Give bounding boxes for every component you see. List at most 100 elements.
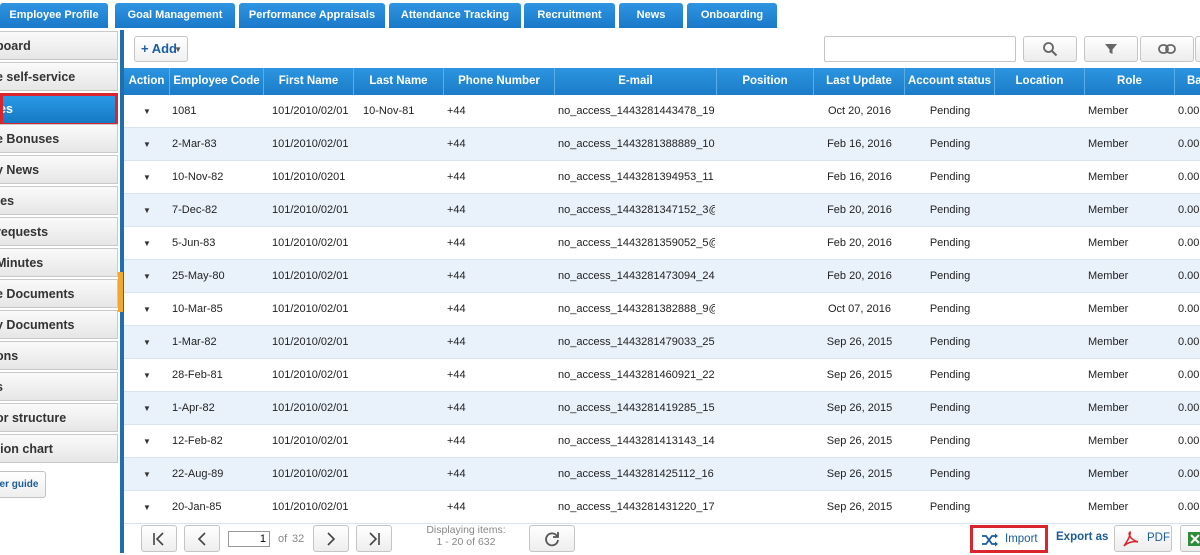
tab-news[interactable]: News [619, 3, 683, 28]
tab-attendance-tracking[interactable]: Attendance Tracking [389, 3, 521, 28]
column-role[interactable]: Role [1085, 68, 1175, 95]
sidebar-item-s[interactable]: s [0, 372, 118, 401]
page-of-label: of [278, 533, 288, 545]
cell-email: no_access_1443281394953_11 [558, 171, 714, 183]
cell-role: Member [1088, 402, 1129, 414]
sidebar-item-organization-chart[interactable]: tion chart [0, 434, 118, 463]
sidebar-item-employee-documents[interactable]: e Documents [0, 279, 118, 308]
previous-page-button[interactable] [184, 525, 220, 552]
column-last-name[interactable]: Last Name [354, 68, 444, 95]
cell-email: no_access_1443281347152_3@ [558, 204, 715, 216]
table-row[interactable]: ▼ 7-Dec-82 101/2010/02/01 +44 no_access_1443… [124, 194, 1200, 227]
column-employee-code[interactable]: Employee Code [170, 68, 264, 95]
table-row[interactable]: ▼ 1-Mar-82 101/2010/02/01 +44 no_access_1443… [124, 326, 1200, 359]
next-page-button[interactable] [313, 525, 349, 552]
table-row[interactable]: ▼ 10-Nov-82 101/2010/0201 +44 no_access_1443… [124, 161, 1200, 194]
filter-icon [1105, 44, 1117, 54]
export-pdf-button[interactable]: PDF [1114, 525, 1172, 552]
cell-email: no_access_1443281473094_24 [558, 270, 715, 282]
add-button[interactable]: + Add ▼ [134, 36, 188, 62]
row-action-dropdown-icon[interactable]: ▼ [143, 95, 151, 128]
table-row[interactable]: ▼ 12-Feb-82 101/2010/02/01 +44 no_access_144… [124, 425, 1200, 458]
column-balance[interactable]: Ba [1175, 68, 1200, 95]
table-row[interactable]: ▼ 25-May-80 101/2010/02/01 +44 no_access_144… [124, 260, 1200, 293]
row-action-dropdown-icon[interactable]: ▼ [143, 293, 151, 326]
import-label: Import [1005, 533, 1038, 545]
table-row[interactable]: ▼ 2-Mar-83 101/2010/02/01 +44 no_access_1443… [124, 128, 1200, 161]
sidebar-item-employees[interactable]: es [0, 93, 118, 126]
cell-position [720, 326, 810, 359]
export-excel-button[interactable] [1180, 525, 1200, 552]
sidebar-item-requests[interactable]: requests [0, 217, 118, 246]
table-row[interactable]: ▼ 5-Jun-83 101/2010/02/01 +44 no_access_1443… [124, 227, 1200, 260]
sidebar-item-company-documents[interactable]: y Documents [0, 310, 118, 339]
table-row[interactable]: ▼ 10-Mar-85 101/2010/02/01 +44 no_access_144… [124, 293, 1200, 326]
column-phone-number[interactable]: Phone Number [444, 68, 555, 95]
cell-first: 101/2010/02/01 [272, 402, 349, 414]
sidebar-item-self-service[interactable]: e self-service [0, 62, 118, 91]
cell-status: Pending [929, 468, 971, 480]
last-page-button[interactable] [356, 525, 392, 552]
row-action-dropdown-icon[interactable]: ▼ [143, 359, 151, 392]
column-email[interactable]: E-mail [555, 68, 717, 95]
sidebar-item-notes[interactable]: tes [0, 186, 118, 215]
sidebar-item-positions[interactable]: ons [0, 341, 118, 370]
row-action-dropdown-icon[interactable]: ▼ [143, 491, 151, 524]
cell-code: 10-Mar-85 [172, 303, 223, 315]
tab-employee-profile[interactable]: Employee Profile [0, 3, 108, 28]
table-row[interactable]: ▼ 20-Jan-85 101/2010/02/01 +44 no_access_144… [124, 491, 1200, 524]
cell-email: no_access_1443281479033_25 [558, 336, 715, 348]
tab-onboarding[interactable]: Onboarding [687, 3, 777, 28]
cell-location [995, 194, 1085, 227]
row-action-dropdown-icon[interactable]: ▼ [143, 194, 151, 227]
tab-performance-appraisals[interactable]: Performance Appraisals [239, 3, 385, 28]
display-info: Displaying items: 1 - 20 of 632 [406, 524, 526, 548]
first-page-icon [153, 532, 164, 546]
row-action-dropdown-icon[interactable]: ▼ [143, 458, 151, 491]
sidebar-item-news[interactable]: y News [0, 155, 118, 184]
cell-ba: 0.00 [1178, 138, 1200, 150]
column-action[interactable]: Action [124, 68, 170, 95]
sidebar-item-bonuses[interactable]: e Bonuses [0, 124, 118, 153]
filter-button[interactable] [1084, 36, 1138, 62]
cell-ba: 0.00 [1178, 336, 1200, 348]
column-last-update[interactable]: Last Update [814, 68, 905, 95]
cell-location [995, 128, 1085, 161]
column-first-name[interactable]: First Name [264, 68, 354, 95]
sidebar-item-structure[interactable]: or structure [0, 403, 118, 432]
table-row[interactable]: ▼ 1-Apr-82 101/2010/02/01 +44 no_access_1443… [124, 392, 1200, 425]
table-row[interactable]: ▼ 1081 101/2010/02/01 10-Nov-81 +44 no_access… [124, 95, 1200, 128]
pdf-label: PDF [1147, 532, 1170, 544]
more-button[interactable] [1195, 36, 1200, 62]
table-row[interactable]: ▼ 28-Feb-81 101/2010/02/01 +44 no_access_144… [124, 359, 1200, 392]
first-page-button[interactable] [141, 525, 177, 552]
cell-updated: Feb 16, 2016 [827, 138, 892, 150]
sidebar-item-minutes[interactable]: Minutes [0, 248, 118, 277]
row-action-dropdown-icon[interactable]: ▼ [143, 392, 151, 425]
sidebar-item-dashboard[interactable]: board [0, 31, 118, 60]
cell-role: Member [1088, 171, 1129, 183]
search-button[interactable] [1023, 36, 1077, 62]
link-button[interactable] [1140, 36, 1194, 62]
row-action-dropdown-icon[interactable]: ▼ [143, 227, 151, 260]
row-action-dropdown-icon[interactable]: ▼ [143, 128, 151, 161]
column-position[interactable]: Position [717, 68, 814, 95]
search-input[interactable] [824, 36, 1016, 62]
user-guide-button[interactable]: ser guide [0, 471, 46, 498]
refresh-button[interactable] [529, 525, 575, 552]
tab-recruitment[interactable]: Recruitment [524, 3, 615, 28]
column-account-status[interactable]: Account status [905, 68, 995, 95]
row-action-dropdown-icon[interactable]: ▼ [143, 260, 151, 293]
row-action-dropdown-icon[interactable]: ▼ [143, 425, 151, 458]
cell-first: 101/2010/0201 [272, 171, 346, 183]
collapse-handle[interactable] [118, 272, 123, 312]
page-number-input[interactable] [228, 531, 270, 547]
row-action-dropdown-icon[interactable]: ▼ [143, 326, 151, 359]
export-label: Export as [1056, 531, 1109, 543]
import-button[interactable]: Import [970, 525, 1048, 553]
column-location[interactable]: Location [995, 68, 1085, 95]
cell-code: 2-Mar-83 [172, 138, 217, 150]
row-action-dropdown-icon[interactable]: ▼ [143, 161, 151, 194]
table-row[interactable]: ▼ 22-Aug-89 101/2010/02/01 +44 no_access_144… [124, 458, 1200, 491]
tab-goal-management[interactable]: Goal Management [115, 3, 235, 28]
